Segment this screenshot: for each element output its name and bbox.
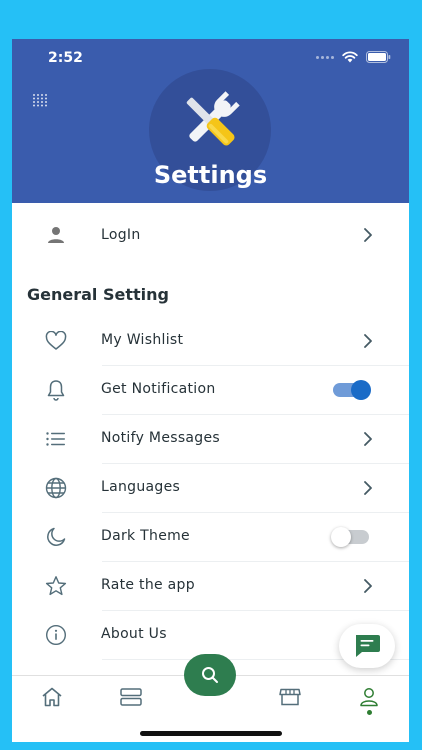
chat-icon (356, 635, 380, 657)
phone-screen: 2:52 Settings LogIn General Setting My W… (12, 39, 409, 742)
section-title: General Setting (27, 285, 169, 304)
battery-icon (366, 51, 391, 63)
setting-label: Get Notification (101, 381, 216, 397)
profile-icon (360, 688, 378, 707)
setting-row-rate-the-app[interactable]: Rate the app (45, 562, 409, 611)
list-icon (44, 427, 68, 451)
categories-icon (120, 688, 142, 706)
setting-label: Rate the app (101, 577, 195, 593)
login-label: LogIn (101, 227, 141, 243)
setting-label: About Us (101, 626, 167, 642)
setting-label: Languages (101, 479, 181, 495)
setting-row-my-wishlist[interactable]: My Wishlist (45, 317, 409, 366)
status-time: 2:52 (48, 50, 83, 66)
wifi-icon (342, 51, 358, 63)
star-icon (44, 574, 68, 598)
menu-grid-icon[interactable] (32, 93, 50, 107)
status-icons (316, 51, 391, 63)
toggle-knob (351, 380, 371, 400)
nav-search-button[interactable] (184, 654, 236, 696)
nav-profile[interactable] (356, 686, 382, 708)
general-settings-list: My Wishlist Get Notification Notify Mess… (12, 317, 409, 660)
chat-button[interactable] (339, 624, 395, 668)
setting-label: Dark Theme (101, 528, 190, 544)
chevron-right-icon (364, 481, 372, 495)
chevron-right-icon (364, 432, 372, 446)
home-indicator (140, 731, 282, 736)
setting-label: Notify Messages (101, 430, 220, 446)
tools-icon (186, 91, 240, 146)
cellular-signal-icon (316, 55, 334, 59)
dark-theme-toggle[interactable] (331, 527, 369, 547)
nav-store[interactable] (277, 686, 303, 708)
moon-icon (44, 525, 68, 549)
setting-label: My Wishlist (101, 332, 184, 348)
chevron-right-icon (364, 579, 372, 593)
active-nav-indicator (367, 710, 372, 715)
heart-icon (44, 329, 68, 353)
nav-home[interactable] (39, 686, 65, 708)
setting-row-dark-theme: Dark Theme (47, 513, 409, 562)
home-icon (42, 687, 62, 707)
setting-row-notify-messages[interactable]: Notify Messages (46, 415, 409, 464)
info-icon (44, 623, 68, 647)
nav-categories[interactable] (118, 686, 144, 708)
search-icon (202, 667, 218, 683)
store-icon (279, 688, 301, 706)
setting-row-get-notification: Get Notification (47, 366, 409, 415)
notification-toggle[interactable] (333, 380, 371, 400)
person-icon (44, 223, 68, 247)
chevron-right-icon (364, 228, 372, 242)
page-title: Settings (153, 161, 268, 189)
chevron-right-icon (364, 334, 372, 348)
toggle-knob (331, 527, 351, 547)
settings-header: 2:52 Settings (12, 39, 409, 203)
login-row[interactable]: LogIn (12, 203, 409, 267)
bell-icon (44, 378, 68, 402)
setting-row-languages[interactable]: Languages (45, 464, 409, 513)
bottom-navigation (12, 654, 409, 742)
globe-icon (44, 476, 68, 500)
